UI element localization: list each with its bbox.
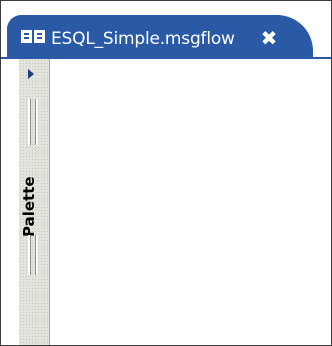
editor-tab-title[interactable]: ESQL_Simple.msgflow (51, 29, 235, 49)
palette-grip-handle-top[interactable] (28, 99, 38, 145)
editor-tab-strip: ESQL_Simple.msgflow ✖ (1, 1, 331, 57)
close-icon[interactable]: ✖ (259, 28, 279, 48)
flow-editor-canvas[interactable] (50, 59, 331, 345)
editor-window: ESQL_Simple.msgflow ✖ Palette (0, 0, 332, 346)
message-flow-icon (21, 30, 47, 44)
triangle-right-icon[interactable] (28, 69, 34, 79)
palette-label[interactable]: Palette (20, 176, 38, 237)
palette-sidebar[interactable]: Palette (19, 59, 50, 345)
palette-grip-handle-bottom[interactable] (28, 235, 38, 275)
